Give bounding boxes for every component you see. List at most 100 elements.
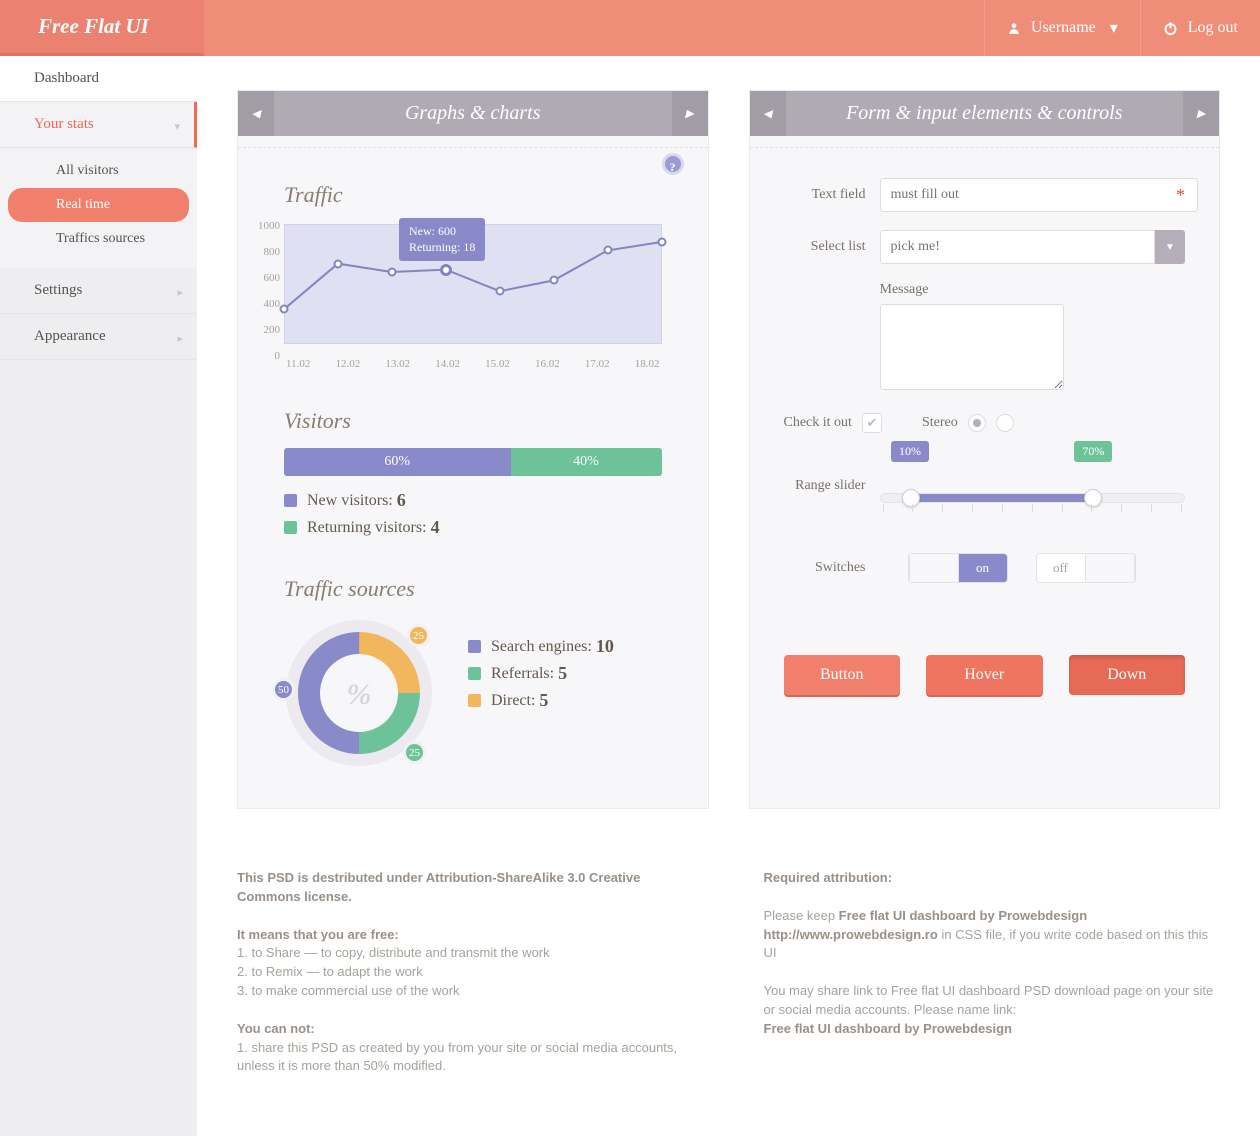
- footer-text: Free flat UI dashboard by Prowebdesign: [764, 1021, 1013, 1036]
- y-axis-labels: 10008006004002000: [248, 220, 280, 376]
- panel-prev-button[interactable]: ◀: [750, 91, 786, 136]
- footer-text: You can not:: [237, 1021, 315, 1036]
- panel-header: ◀ Form & input elements & controls ▶: [750, 91, 1220, 136]
- panel-next-button[interactable]: ▶: [672, 91, 708, 136]
- switch-off[interactable]: off: [1036, 553, 1136, 583]
- footer-text: 1. share this PSD as created by you from…: [237, 1039, 694, 1077]
- sidebar-label: Appearance: [34, 328, 106, 344]
- footer-text: You may share link to Free flat UI dashb…: [764, 982, 1221, 1020]
- sidebar: Dashboard Your stats ▾ All visitors Real…: [0, 56, 197, 1136]
- panel-next-button[interactable]: ▶: [1183, 91, 1219, 136]
- visitors-title: Visitors: [284, 408, 662, 434]
- footer-text: This PSD is destributed under Attributio…: [237, 870, 640, 904]
- sidebar-item-dashboard[interactable]: Dashboard: [0, 56, 197, 102]
- username-label: Username: [1031, 19, 1096, 37]
- footer-text: It means that you are free:: [237, 927, 399, 942]
- traffic-chart: 10008006004002000 New: 600 Returning: 18: [284, 216, 662, 370]
- button-hover[interactable]: Hover: [926, 655, 1043, 695]
- switch-label: off: [1037, 554, 1085, 582]
- legend-value: 4: [431, 517, 440, 538]
- user-menu[interactable]: Username ▾: [984, 0, 1140, 56]
- sources-title: Traffic sources: [284, 576, 662, 602]
- chevron-right-icon: ▸: [177, 332, 183, 345]
- sidebar-item-yourstats[interactable]: Your stats ▾: [0, 102, 197, 148]
- footer-text: 3. to make commercial use of the work: [237, 982, 694, 1001]
- footer-text: 2. to Remix — to adapt the work: [237, 963, 694, 982]
- legend-label: Search engines:: [491, 638, 592, 656]
- required-asterisk-icon: *: [1176, 185, 1185, 206]
- legend-label: Direct:: [491, 692, 535, 710]
- panel-title: Form & input elements & controls: [846, 102, 1122, 124]
- legend-label: Returning visitors:: [307, 519, 427, 537]
- visitors-bar: 60% 40%: [284, 448, 662, 476]
- power-icon: [1163, 21, 1178, 36]
- select-dropdown-button[interactable]: ▼: [1155, 230, 1185, 264]
- visitors-bar-returning: 40%: [511, 448, 662, 476]
- select-input[interactable]: [880, 230, 1156, 264]
- button-down[interactable]: Down: [1069, 655, 1186, 695]
- visitors-bar-new: 60%: [284, 448, 511, 476]
- sidebar-label: Your stats: [34, 116, 94, 132]
- panel-prev-button[interactable]: ◀: [238, 91, 274, 136]
- slider-bubble-high: 70%: [1074, 441, 1112, 462]
- sidebar-label: Settings: [34, 282, 82, 298]
- sidebar-sub-realtime[interactable]: Real time: [8, 188, 189, 222]
- legend-label: Referrals:: [491, 665, 554, 683]
- range-slider[interactable]: 10% 70%: [880, 469, 1186, 503]
- chevron-right-icon: ▸: [177, 286, 183, 299]
- checkbox-label: Check it out: [784, 415, 852, 431]
- radio-off[interactable]: [996, 414, 1014, 432]
- footer-text: Please keep: [764, 908, 839, 923]
- brand-logo: Free Flat UI: [0, 0, 204, 56]
- chevron-down-icon: ▾: [174, 120, 180, 133]
- x-axis-labels: 11.0212.0213.0214.0215.0216.0217.0218.02: [284, 358, 662, 370]
- footer-text: Free flat UI dashboard by Prowebdesign: [839, 908, 1088, 923]
- footer-link: http://www.prowebdesign.ro: [764, 927, 938, 942]
- checkbox-input[interactable]: ✔: [862, 413, 882, 433]
- caret-down-icon: ▾: [1110, 18, 1118, 38]
- panel-graphs: ◀ Graphs & charts ▶ ? Traffic 1000800600…: [237, 90, 709, 809]
- donut-badge-50: 50: [272, 678, 295, 701]
- footer: This PSD is destributed under Attributio…: [237, 869, 1220, 1076]
- chart-plot: New: 600 Returning: 18: [284, 216, 662, 352]
- topbar: Free Flat UI Username ▾ Log out: [0, 0, 1260, 56]
- range-slider-label: Range slider: [784, 478, 866, 494]
- switches-label: Switches: [784, 560, 866, 576]
- panel-header: ◀ Graphs & charts ▶: [238, 91, 708, 136]
- select-label: Select list: [784, 239, 866, 255]
- radio-group-label: Stereo: [922, 415, 958, 431]
- visitors-legend: New visitors: 6 Returning visitors: 4: [284, 490, 662, 538]
- button-default[interactable]: Button: [784, 655, 901, 695]
- sidebar-item-appearance[interactable]: Appearance ▸: [0, 314, 197, 360]
- chart-tooltip: New: 600 Returning: 18: [399, 218, 485, 261]
- donut-badge-25b: 25: [403, 741, 426, 764]
- svg-text:%: %: [347, 678, 372, 711]
- panel-forms: ◀ Form & input elements & controls ▶ Tex…: [749, 90, 1221, 809]
- switch-label: on: [959, 554, 1007, 582]
- user-icon: [1007, 21, 1021, 35]
- footer-text: 1. to Share — to copy, distribute and tr…: [237, 944, 694, 963]
- sidebar-sub-trafficsources[interactable]: Traffics sources: [0, 222, 197, 256]
- sidebar-sub-allvisitors[interactable]: All visitors: [0, 154, 197, 188]
- sidebar-submenu: All visitors Real time Traffics sources: [0, 148, 197, 268]
- sidebar-item-settings[interactable]: Settings ▸: [0, 268, 197, 314]
- legend-value: 6: [397, 490, 406, 511]
- legend-value: 5: [539, 690, 548, 711]
- textfield-label: Text field: [784, 187, 866, 203]
- text-input[interactable]: [880, 178, 1199, 212]
- radio-on[interactable]: [968, 414, 986, 432]
- footer-text: Required attribution:: [764, 870, 893, 885]
- sources-legend: Search engines: 10 Referrals: 5 Direct: …: [468, 630, 614, 768]
- legend-value: 10: [596, 636, 614, 657]
- donut-badge-25a: 25: [407, 624, 430, 647]
- help-icon[interactable]: ?: [662, 153, 684, 175]
- switch-on[interactable]: on: [908, 553, 1008, 583]
- logout-button[interactable]: Log out: [1140, 0, 1260, 56]
- panel-title: Graphs & charts: [405, 102, 541, 124]
- slider-bubble-low: 10%: [891, 441, 929, 462]
- legend-label: New visitors:: [307, 492, 393, 510]
- legend-value: 5: [558, 663, 567, 684]
- traffic-title: Traffic: [284, 182, 662, 208]
- logout-label: Log out: [1188, 19, 1238, 37]
- message-textarea[interactable]: [880, 304, 1064, 390]
